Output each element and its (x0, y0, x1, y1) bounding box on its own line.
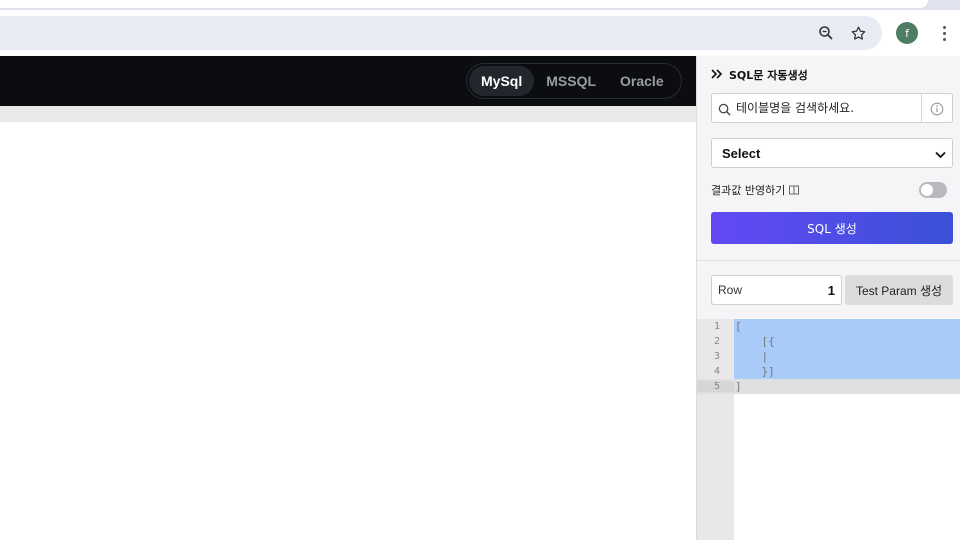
editor-line: 1[ (697, 319, 960, 334)
apply-result-row: 결과값 반영하기 (711, 180, 953, 200)
test-param-button[interactable]: Test Param 생성 (845, 275, 953, 305)
line-number: 3 (713, 351, 720, 362)
query-type-select[interactable]: Select (711, 138, 953, 168)
search-divider (921, 94, 922, 122)
chevron-down-icon (935, 144, 946, 163)
sub-bar (0, 106, 696, 122)
table-search (711, 93, 953, 123)
toggle-knob (921, 184, 933, 196)
star-icon[interactable] (845, 20, 871, 46)
panel-divider (697, 260, 960, 261)
db-option-mysql[interactable]: MySql (469, 66, 535, 96)
sql-panel: SQL문 자동생성 Select 결과값 반영하기 SQL 생성 Row 1 T… (696, 56, 960, 540)
select-value: Select (722, 145, 761, 161)
editor-line: 2 [{ (697, 334, 960, 349)
main-content (0, 122, 696, 540)
editor-line-active: 5] (697, 379, 960, 394)
editor-line: 4 }] (697, 364, 960, 379)
panel-header: SQL문 자동생성 (711, 66, 808, 84)
line-number: 1 (713, 321, 720, 332)
collapse-panel-icon[interactable] (711, 68, 723, 82)
apply-result-text: 결과값 반영하기 (711, 184, 786, 197)
zoom-icon[interactable] (813, 20, 839, 46)
row-label: Row (718, 283, 743, 297)
browser-toolbar: f (0, 10, 960, 56)
db-option-mssql[interactable]: MSSQL (534, 66, 608, 96)
browser-menu-icon[interactable] (936, 20, 952, 46)
editor-line: 3 | (697, 349, 960, 364)
row-count-field[interactable]: Row 1 (711, 275, 842, 305)
line-number: 2 (713, 336, 720, 347)
app-header: MySql MSSQL Oracle (0, 56, 696, 106)
active-tab-edge (0, 0, 928, 8)
db-type-switch: MySql MSSQL Oracle (466, 63, 682, 99)
address-bar[interactable] (0, 16, 882, 50)
line-number: 4 (713, 366, 720, 377)
table-search-input[interactable] (736, 98, 916, 118)
db-option-oracle[interactable]: Oracle (608, 66, 676, 96)
line-code: | (735, 350, 769, 363)
book-icon (789, 185, 800, 195)
panel-title: SQL문 자동생성 (729, 69, 808, 82)
line-code: [ (735, 320, 742, 333)
info-icon[interactable] (930, 101, 944, 120)
code-editor[interactable]: 1[ 2 [{ 3 | 4 }] 5] (697, 319, 960, 540)
apply-result-label: 결과값 반영하기 (711, 182, 800, 198)
row-value[interactable]: 1 (828, 283, 835, 298)
line-code: }] (735, 365, 775, 378)
browser-tabstrip (0, 0, 960, 10)
search-icon (718, 101, 731, 120)
line-number: 5 (697, 381, 734, 392)
line-code: ] (735, 380, 742, 393)
line-code: [{ (735, 335, 775, 348)
profile-avatar[interactable]: f (896, 22, 918, 44)
generate-sql-button[interactable]: SQL 생성 (711, 212, 953, 244)
apply-result-toggle[interactable] (919, 182, 947, 198)
